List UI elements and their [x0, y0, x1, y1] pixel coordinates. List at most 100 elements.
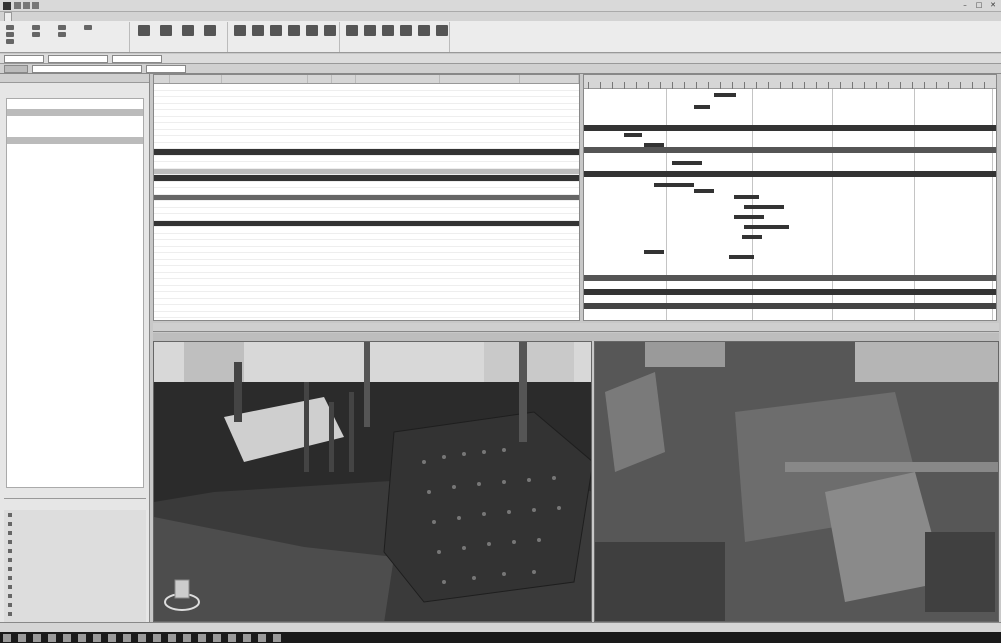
column-header[interactable] [308, 75, 332, 83]
column-header[interactable] [440, 75, 520, 83]
ribbon-button[interactable] [418, 25, 430, 36]
ribbon-button[interactable] [270, 25, 282, 36]
task-bar[interactable] [672, 161, 702, 165]
search-input[interactable] [32, 65, 142, 73]
viewport-3d[interactable] [153, 341, 592, 622]
ribbon-button[interactable] [160, 25, 172, 36]
ribbon-button[interactable] [346, 25, 358, 36]
tree-item[interactable] [7, 130, 143, 137]
taskbar-app-icon[interactable] [153, 634, 161, 642]
list-item[interactable] [4, 555, 146, 564]
list-item[interactable] [4, 528, 146, 537]
column-header[interactable] [222, 75, 308, 83]
ribbon-small-button[interactable] [84, 25, 92, 30]
summary-bar[interactable] [584, 147, 996, 153]
ribbon-button[interactable] [364, 25, 376, 36]
list-item[interactable] [4, 537, 146, 546]
taskbar-app-icon[interactable] [48, 634, 56, 642]
ribbon-small-button[interactable] [32, 32, 40, 37]
summary-bar[interactable] [584, 171, 996, 177]
taskbar-app-icon[interactable] [78, 634, 86, 642]
ribbon-button[interactable] [234, 25, 246, 36]
tree-view[interactable] [6, 98, 144, 488]
ribbon-small-button[interactable] [32, 25, 40, 30]
list-item[interactable] [4, 564, 146, 573]
ribbon-tab-5[interactable] [54, 12, 60, 21]
list-item[interactable] [4, 591, 146, 600]
view-tab[interactable] [153, 326, 161, 331]
list-item[interactable] [4, 519, 146, 528]
list-item[interactable] [4, 609, 146, 618]
filter-field[interactable] [4, 65, 28, 73]
taskbar-app-icon[interactable] [123, 634, 131, 642]
task-bar[interactable] [729, 255, 754, 259]
tree-item[interactable] [7, 109, 143, 116]
save-icon[interactable] [14, 2, 21, 9]
ribbon-button[interactable] [382, 25, 394, 36]
ribbon-small-button[interactable] [58, 32, 66, 37]
ribbon-button[interactable] [182, 25, 194, 36]
ribbon-button[interactable] [306, 25, 318, 36]
list-item[interactable] [4, 546, 146, 555]
filter-field[interactable] [112, 55, 162, 63]
ribbon-tab-1[interactable] [4, 12, 12, 21]
filter-field[interactable] [4, 55, 44, 63]
taskbar-app-icon[interactable] [213, 634, 221, 642]
start-icon[interactable] [3, 634, 11, 642]
taskbar-app-icon[interactable] [183, 634, 191, 642]
task-bar[interactable] [624, 133, 642, 137]
ribbon-button[interactable] [204, 25, 216, 36]
task-bar[interactable] [744, 205, 784, 209]
redo-icon[interactable] [32, 2, 39, 9]
ribbon-button[interactable] [252, 25, 264, 36]
taskbar-app-icon[interactable] [63, 634, 71, 642]
ribbon-small-button[interactable] [58, 25, 66, 30]
photo-viewport[interactable] [594, 341, 999, 622]
ribbon-button[interactable] [400, 25, 412, 36]
column-header[interactable] [170, 75, 222, 83]
tree-item[interactable] [7, 116, 143, 123]
filter-field[interactable] [146, 65, 186, 73]
summary-bar[interactable] [584, 303, 996, 309]
ribbon-button[interactable] [324, 25, 336, 36]
ribbon-tab-4[interactable] [42, 12, 48, 21]
task-bar[interactable] [734, 215, 764, 219]
list-item[interactable] [4, 573, 146, 582]
ribbon-button[interactable] [138, 25, 150, 36]
taskbar-app-icon[interactable] [228, 634, 236, 642]
taskbar-app-icon[interactable] [108, 634, 116, 642]
taskbar-app-icon[interactable] [138, 634, 146, 642]
summary-bar[interactable] [584, 275, 996, 281]
filter-field[interactable] [48, 55, 108, 63]
close-icon[interactable]: ✕ [987, 1, 999, 10]
summary-bar[interactable] [584, 289, 996, 295]
ribbon-tab-2[interactable] [18, 12, 24, 21]
column-header[interactable] [356, 75, 440, 83]
ribbon-small-button[interactable] [6, 25, 14, 30]
task-bar[interactable] [734, 195, 759, 199]
minimize-icon[interactable]: – [959, 1, 971, 10]
task-bar[interactable] [644, 143, 664, 147]
tree-item[interactable] [7, 123, 143, 130]
tree-item[interactable] [7, 137, 143, 144]
task-bar[interactable] [694, 189, 714, 193]
task-bar[interactable] [644, 250, 664, 254]
list-item[interactable] [4, 510, 146, 519]
ribbon-button[interactable] [436, 25, 448, 36]
task-bar[interactable] [714, 93, 736, 97]
ribbon-button[interactable] [288, 25, 300, 36]
task-bar[interactable] [742, 235, 762, 239]
undo-icon[interactable] [23, 2, 30, 9]
list-item[interactable] [4, 582, 146, 591]
column-header[interactable] [154, 75, 170, 83]
taskbar-app-icon[interactable] [33, 634, 41, 642]
task-bar[interactable] [654, 183, 694, 187]
column-header[interactable] [520, 75, 579, 83]
taskbar-app-icon[interactable] [273, 634, 281, 642]
ribbon-small-button[interactable] [6, 32, 14, 37]
taskbar-app-icon[interactable] [258, 634, 266, 642]
task-bar[interactable] [744, 225, 789, 229]
taskbar-app-icon[interactable] [243, 634, 251, 642]
summary-bar[interactable] [584, 125, 996, 131]
taskbar-app-icon[interactable] [198, 634, 206, 642]
